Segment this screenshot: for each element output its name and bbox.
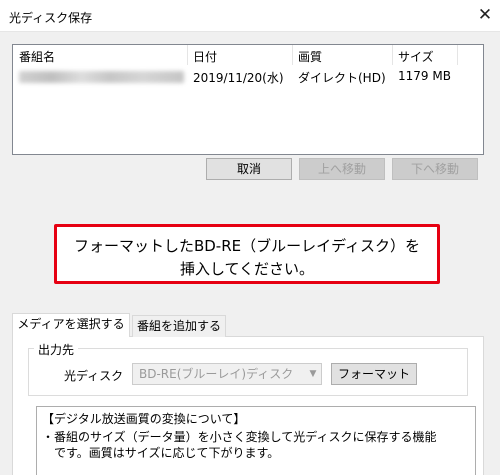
list-header: 番組名 日付 画質 サイズ [13, 45, 483, 66]
info-heading: 【デジタル放送画質の変換について】 [42, 412, 246, 426]
optical-disc-label: 光ディスク [64, 369, 124, 383]
format-button[interactable]: フォーマット [331, 363, 417, 385]
cancel-button[interactable]: 取消 [206, 158, 292, 180]
blurred-program-name [19, 71, 184, 83]
column-header-quality[interactable]: 画質 [298, 48, 322, 65]
column-header-size[interactable]: サイズ [398, 48, 434, 65]
row-date: 2019/11/20(水) [193, 71, 284, 85]
column-divider[interactable] [457, 45, 458, 65]
move-down-button[interactable]: 下へ移動 [392, 158, 478, 180]
instruction-line-2: 挿入してください。 [179, 260, 315, 278]
column-divider[interactable] [392, 45, 393, 65]
column-divider[interactable] [187, 45, 188, 65]
program-list[interactable]: 番組名 日付 画質 サイズ 2019/11/20(水) ダイレクト(HD) 11… [12, 44, 484, 155]
media-select[interactable]: BD-RE(ブルーレイ)ディスク [132, 363, 322, 385]
column-header-date[interactable]: 日付 [193, 48, 217, 65]
tab-select-media[interactable]: メディアを選択する [12, 313, 130, 337]
column-header-name[interactable]: 番組名 [19, 48, 55, 65]
info-textbox[interactable]: 【デジタル放送画質の変換について】 ・番組のサイズ（データ量）を小さく変換して光… [36, 406, 476, 475]
row-quality: ダイレクト(HD) [298, 71, 386, 85]
chevron-down-icon[interactable]: ▼ [306, 364, 320, 384]
column-divider[interactable] [292, 45, 293, 65]
info-line: です。画質はサイズに応じて下がります。 [42, 446, 280, 460]
row-size: 1179 MB [398, 69, 451, 83]
move-up-button[interactable]: 上へ移動 [299, 158, 385, 180]
close-icon[interactable]: ✕ [473, 2, 497, 28]
instruction-message: フォーマットしたBD-RE（ブルーレイディスク）を 挿入してください。 [54, 224, 440, 284]
info-line: ・番組のサイズ（データ量）を小さく変換して光ディスクに保存する機能 [42, 430, 437, 444]
tab-add-program[interactable]: 番組を追加する [132, 315, 226, 337]
instruction-line-1: フォーマットしたBD-RE（ブルーレイディスク）を [73, 237, 421, 255]
output-group-label: 出力先 [34, 341, 79, 358]
window-title: 光ディスク保存 [9, 11, 93, 25]
